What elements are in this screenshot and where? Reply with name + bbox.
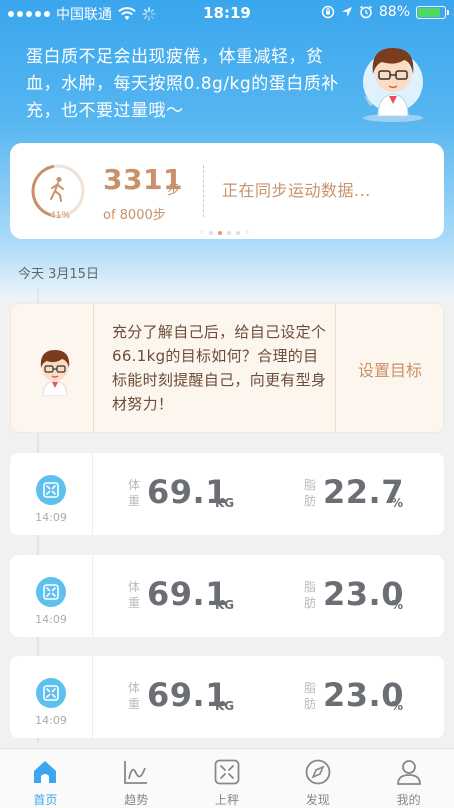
trend-icon bbox=[124, 761, 148, 784]
battery-icon bbox=[416, 5, 449, 19]
cartoon-avatar-image[interactable] bbox=[356, 36, 430, 122]
profile-icon bbox=[396, 760, 421, 785]
goal-suggestion-text: 充分了解自己后，给自己设定个66.1kg的目标如何？合理的目标能时刻提醒自己，向… bbox=[112, 323, 327, 413]
weight-record-card[interactable]: 14:09 体重 69.1 KG 脂肪 23.0% bbox=[10, 656, 444, 738]
scale-icon bbox=[36, 678, 66, 708]
date-label: 今天 3月15日 bbox=[18, 267, 99, 282]
fat-label: 脂肪 bbox=[304, 681, 317, 711]
step-counter-card[interactable]: 41% 3311 步 of 8000步 正在同步运动数据... ‹ › bbox=[10, 143, 444, 239]
tab-label: 我的 bbox=[396, 793, 421, 807]
tab-label: 上秤 bbox=[214, 793, 239, 807]
location-icon bbox=[341, 7, 352, 17]
chevron-left-icon[interactable]: ‹ bbox=[200, 227, 204, 238]
weight-label: 体重 bbox=[128, 478, 141, 508]
status-bar: 中国联通 18:19 88% bbox=[0, 0, 454, 26]
weight-label: 体重 bbox=[128, 681, 141, 711]
tab-label: 趋势 bbox=[124, 793, 149, 807]
sync-status-text: 正在同步运动数据... bbox=[222, 181, 371, 200]
compass-icon bbox=[305, 759, 331, 785]
pager-dot bbox=[209, 230, 213, 235]
tab-weigh[interactable]: 上秤 bbox=[182, 749, 273, 808]
step-percent: 41% bbox=[50, 211, 71, 221]
scale-icon bbox=[214, 759, 240, 785]
step-goal: of 8000步 bbox=[103, 208, 166, 223]
tab-profile[interactable]: 我的 bbox=[363, 749, 454, 808]
goal-suggestion-card: 充分了解自己后，给自己设定个66.1kg的目标如何？合理的目标能时刻提醒自己，向… bbox=[10, 303, 444, 433]
fat-unit: % bbox=[391, 496, 404, 510]
alarm-icon bbox=[359, 5, 372, 19]
weight-unit: KG bbox=[215, 598, 235, 612]
weight-record-card[interactable]: 14:09 体重 69.1 KG 脂肪 22.7% bbox=[10, 453, 444, 535]
tab-home[interactable]: 首页 bbox=[0, 749, 91, 808]
health-tip-text: 蛋白质不足会出现疲倦，体重减轻，贫血，水肿，每天按照0.8g/kg的蛋白质补充，… bbox=[26, 47, 339, 121]
pager-dot-active bbox=[218, 230, 222, 235]
fat-label: 脂肪 bbox=[304, 478, 317, 508]
weight-unit: KG bbox=[215, 496, 235, 510]
divider bbox=[203, 165, 204, 217]
fat-label: 脂肪 bbox=[304, 580, 317, 610]
tab-label: 发现 bbox=[305, 793, 330, 807]
tab-bar: 首页 趋势 上秤 发现 我的 bbox=[0, 748, 454, 808]
walking-person-icon bbox=[50, 177, 64, 202]
rotation-lock-icon bbox=[321, 5, 335, 19]
pager-dot bbox=[236, 230, 240, 235]
home-icon bbox=[34, 761, 57, 783]
card-pager[interactable]: ‹ › bbox=[200, 227, 249, 238]
chevron-right-icon[interactable]: › bbox=[245, 227, 249, 238]
cartoon-avatar-small-image bbox=[40, 350, 70, 396]
record-time: 14:09 bbox=[35, 613, 67, 626]
weight-record-card[interactable]: 14:09 体重 69.1 KG 脂肪 23.0% bbox=[10, 555, 444, 637]
tab-discover[interactable]: 发现 bbox=[272, 749, 363, 808]
step-unit: 步 bbox=[167, 183, 181, 198]
fat-unit: % bbox=[391, 598, 404, 612]
weight-unit: KG bbox=[215, 699, 235, 713]
weight-label: 体重 bbox=[128, 580, 141, 610]
set-goal-button[interactable]: 设置目标 bbox=[335, 304, 445, 434]
record-time: 14:09 bbox=[35, 511, 67, 524]
record-time: 14:09 bbox=[35, 714, 67, 727]
fat-unit: % bbox=[391, 699, 404, 713]
scale-icon bbox=[36, 475, 66, 505]
scale-icon bbox=[36, 577, 66, 607]
battery-percent: 88% bbox=[378, 4, 410, 20]
pager-dot bbox=[227, 230, 231, 235]
tab-trend[interactable]: 趋势 bbox=[91, 749, 182, 808]
tab-label: 首页 bbox=[33, 793, 58, 807]
